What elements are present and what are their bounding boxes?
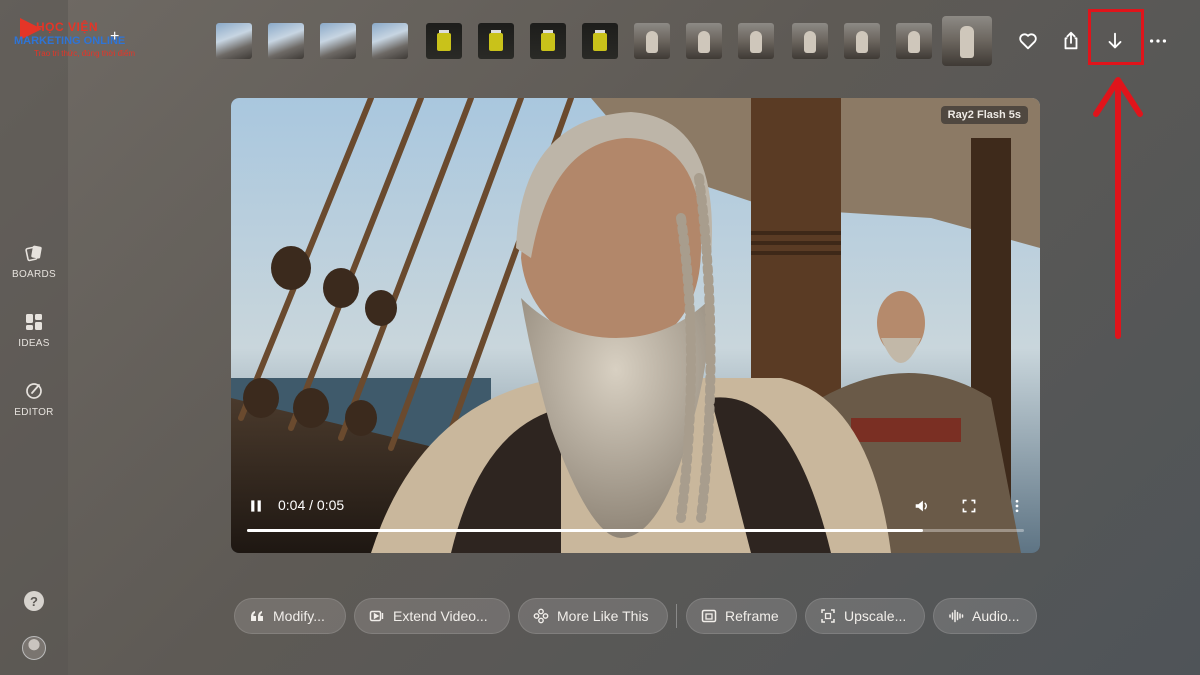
thumbnail[interactable] — [582, 23, 618, 59]
brand-logo: HỌC VIỆN MARKETING ONLINE Trao tri thức,… — [14, 16, 135, 62]
editor-icon — [26, 383, 42, 399]
audio-button[interactable]: Audio... — [933, 598, 1037, 634]
extend-video-button[interactable]: Extend Video... — [354, 598, 510, 634]
video-player[interactable]: Ray2 Flash 5s 0:04 / 0:05 — [231, 98, 1040, 553]
thumbnail[interactable] — [216, 23, 252, 59]
more-like-this-button[interactable]: More Like This — [518, 598, 668, 634]
share-button[interactable] — [1057, 27, 1085, 55]
thumbnail[interactable] — [426, 23, 462, 59]
thumbnail[interactable] — [530, 23, 566, 59]
share-icon — [1064, 31, 1078, 50]
thumbnail[interactable] — [792, 23, 828, 59]
upscale-button[interactable]: Upscale... — [805, 598, 925, 634]
sidebar-item-label: BOARDS — [11, 269, 57, 280]
model-badge: Ray2 Flash 5s — [940, 106, 1028, 124]
volume-icon — [915, 500, 927, 512]
thumbnail[interactable] — [738, 23, 774, 59]
upscale-label: Upscale... — [844, 608, 907, 624]
more-like-this-label: More Like This — [557, 608, 649, 624]
action-divider — [676, 604, 677, 628]
player-more-button[interactable] — [1006, 495, 1028, 517]
modify-button[interactable]: Modify... — [234, 598, 346, 634]
sparkle-icon — [533, 608, 549, 624]
thumbnail[interactable] — [320, 23, 356, 59]
sidebar: HỌC VIỆN MARKETING ONLINE Trao tri thức,… — [0, 0, 135, 675]
upscale-icon — [821, 609, 835, 623]
thumbnail[interactable] — [478, 23, 514, 59]
boards-icon — [25, 245, 42, 262]
sidebar-item-label: EDITOR — [14, 407, 54, 418]
more-icon — [1149, 39, 1167, 43]
logo-line-1: HỌC VIỆN — [36, 20, 99, 34]
volume-button[interactable] — [911, 495, 933, 517]
thumbnail[interactable] — [634, 23, 670, 59]
ideas-icon — [26, 314, 42, 330]
quote-icon — [251, 611, 263, 621]
reframe-button[interactable]: Reframe — [686, 598, 797, 634]
thumbnail-selected[interactable] — [942, 16, 992, 66]
annotation-arrow-icon — [1093, 77, 1143, 339]
audio-label: Audio... — [972, 608, 1020, 624]
player-controls: 0:04 / 0:05 — [231, 483, 1040, 553]
thumbnail[interactable] — [844, 23, 880, 59]
sidebar-item-boards[interactable]: BOARDS — [0, 243, 68, 293]
pause-icon — [251, 500, 261, 512]
logo-line-2: MARKETING ONLINE — [14, 35, 126, 47]
fullscreen-icon — [962, 499, 976, 513]
thumbnail[interactable] — [372, 23, 408, 59]
fullscreen-button[interactable] — [958, 495, 980, 517]
modify-label: Modify... — [273, 608, 325, 624]
extend-icon — [369, 610, 384, 622]
reframe-label: Reframe — [725, 608, 779, 624]
heart-icon — [1019, 33, 1037, 50]
extend-video-label: Extend Video... — [393, 608, 488, 624]
logo-tagline: Trao tri thức, đúng thời điểm — [34, 49, 136, 58]
sidebar-item-ideas[interactable]: IDEAS — [0, 312, 68, 362]
sidebar-item-editor[interactable]: EDITOR — [0, 381, 68, 431]
audio-icon — [949, 609, 964, 623]
annotation-highlight-box — [1088, 9, 1144, 65]
progress-fill — [247, 529, 923, 532]
reframe-icon — [701, 609, 717, 623]
thumbnail[interactable] — [268, 23, 304, 59]
progress-bar[interactable] — [247, 529, 1024, 532]
favorite-button[interactable] — [1014, 27, 1042, 55]
help-button[interactable]: ? — [24, 591, 44, 611]
pause-button[interactable] — [245, 495, 267, 517]
thumbnail[interactable] — [896, 23, 932, 59]
kebab-icon — [1015, 499, 1019, 513]
avatar[interactable] — [22, 636, 46, 660]
new-plus-icon[interactable]: + — [110, 28, 119, 46]
thumbnail[interactable] — [686, 23, 722, 59]
playback-time: 0:04 / 0:05 — [278, 497, 345, 513]
more-options-button[interactable] — [1144, 27, 1172, 55]
sidebar-item-label: IDEAS — [18, 338, 50, 349]
